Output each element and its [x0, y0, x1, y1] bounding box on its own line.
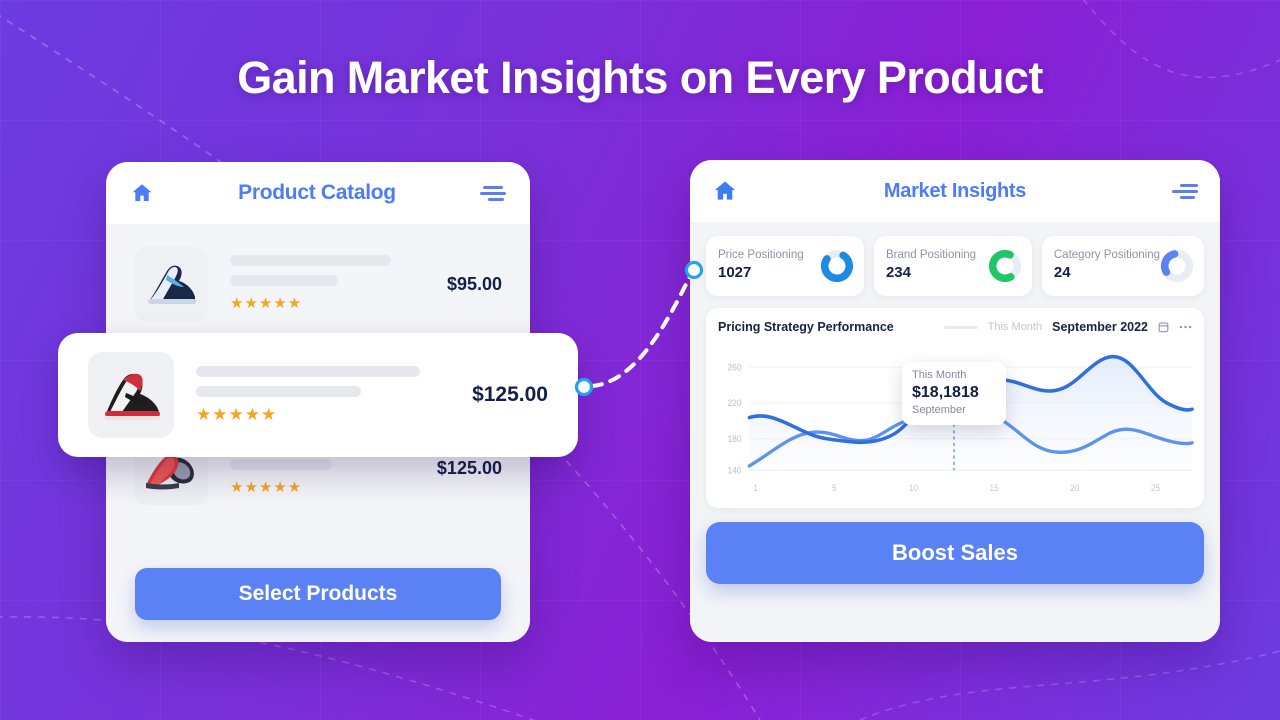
svg-text:180: 180 — [728, 434, 742, 444]
subtitle-placeholder-bar — [230, 275, 338, 286]
donut-chart-icon — [820, 249, 853, 283]
chart-x-axis-labels: 1 5 10 15 20 25 — [753, 483, 1160, 493]
title-placeholder-bar — [196, 365, 420, 377]
insights-header: Market Insights — [690, 160, 1220, 222]
chart-plot-area: 260 220 180 140 1 5 10 15 20 25 This Mon… — [706, 344, 1204, 508]
subtitle-placeholder-bar — [230, 459, 333, 470]
product-meta: ★★★★★ — [174, 365, 462, 425]
title-placeholder-bar — [230, 255, 392, 266]
chart-tooltip: This Month $18,1818 September — [902, 362, 1006, 426]
product-row[interactable]: ★★★★★ $95.00 — [106, 238, 530, 330]
insights-title: Market Insights — [883, 179, 1027, 202]
tooltip-value: $18,1818 — [912, 383, 979, 401]
donut-chart-icon — [988, 249, 1021, 283]
insights-body: Price Positioning 1027 Brand Positioning… — [690, 222, 1220, 642]
home-icon[interactable] — [130, 181, 154, 205]
stat-label: Category Positioning — [1053, 249, 1160, 262]
svg-text:10: 10 — [909, 483, 918, 493]
product-price: $95.00 — [446, 273, 502, 294]
poster-canvas: Gain Market Insights on Every Product Pr… — [0, 0, 1280, 720]
stat-card-category-positioning[interactable]: Category Positioning 24 — [1041, 236, 1204, 296]
hamburger-menu-icon[interactable] — [480, 185, 506, 201]
svg-text:5: 5 — [832, 483, 837, 493]
market-insights-card: Market Insights Price Positioning 1027 B… — [690, 160, 1220, 642]
svg-text:1: 1 — [753, 483, 758, 493]
chart-header-divider — [943, 325, 978, 329]
svg-text:260: 260 — [728, 362, 742, 372]
stat-text: Category Positioning 24 — [1054, 249, 1160, 282]
calendar-icon[interactable] — [1158, 321, 1169, 333]
rating-stars: ★★★★★ — [196, 404, 278, 424]
stat-text: Brand Positioning 234 — [886, 249, 976, 282]
boost-sales-button[interactable]: Boost Sales — [706, 522, 1204, 584]
svg-text:25: 25 — [1151, 483, 1160, 493]
chart-y-axis-labels: 260 220 180 140 — [728, 362, 742, 475]
product-thumbnail-red-black-sneaker — [88, 352, 174, 438]
tooltip-sublabel: September — [912, 403, 966, 416]
stat-label: Brand Positioning — [885, 249, 977, 262]
select-products-button[interactable]: Select Products — [135, 568, 501, 620]
product-price: $125.00 — [436, 457, 502, 478]
stat-card-price-positioning[interactable]: Price Positioning 1027 — [706, 236, 864, 296]
chart-date-label[interactable]: September 2022 — [1052, 320, 1148, 334]
product-meta: ★★★★★ — [208, 255, 437, 313]
rating-stars: ★★★★★ — [230, 295, 303, 312]
svg-text:220: 220 — [728, 398, 742, 408]
chart-period-label[interactable]: This Month — [988, 321, 1042, 333]
chart-title: Pricing Strategy Performance — [718, 320, 894, 334]
selected-product-row[interactable]: ★★★★★ $125.00 — [58, 333, 578, 457]
home-icon[interactable] — [712, 178, 738, 204]
product-price: $125.00 — [472, 383, 548, 406]
catalog-header: Product Catalog — [106, 162, 530, 224]
stat-text: Price Positioning 1027 — [718, 249, 804, 282]
rating-stars: ★★★★★ — [230, 479, 303, 496]
connector-node-left — [574, 377, 594, 397]
product-thumbnail-navy-sneaker — [134, 247, 208, 321]
svg-text:140: 140 — [728, 465, 742, 475]
page-headline: Gain Market Insights on Every Product — [237, 52, 1043, 103]
svg-text:20: 20 — [1070, 483, 1079, 493]
stat-value: 24 — [1053, 264, 1071, 282]
catalog-title: Product Catalog — [238, 181, 396, 204]
chart-header: Pricing Strategy Performance This Month … — [718, 320, 1192, 334]
stat-card-row: Price Positioning 1027 Brand Positioning… — [706, 236, 1204, 296]
donut-chart-icon — [1160, 249, 1194, 283]
tooltip-label: This Month — [912, 369, 967, 381]
pricing-strategy-chart-panel: Pricing Strategy Performance This Month … — [706, 308, 1204, 508]
stat-label: Price Positioning — [718, 249, 804, 262]
more-options-icon[interactable] — [1179, 325, 1192, 329]
stat-value: 1027 — [718, 264, 752, 282]
svg-text:15: 15 — [989, 483, 998, 493]
hamburger-menu-icon[interactable] — [1172, 183, 1198, 199]
subtitle-placeholder-bar — [196, 385, 361, 397]
stat-value: 234 — [885, 264, 911, 282]
stat-card-brand-positioning[interactable]: Brand Positioning 234 — [873, 236, 1032, 296]
